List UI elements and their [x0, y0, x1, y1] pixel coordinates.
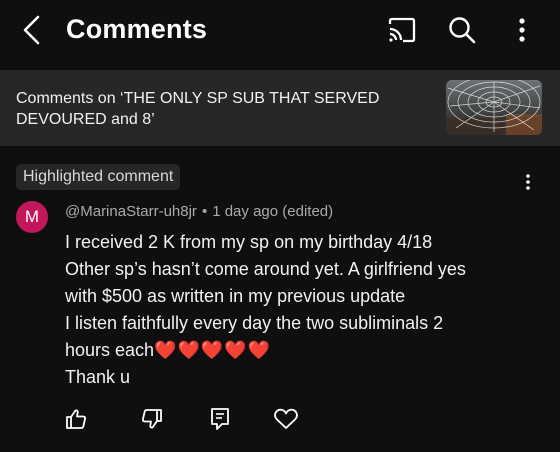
video-thumbnail[interactable]: [446, 80, 542, 135]
page-title: Comments: [66, 14, 208, 44]
comment-line: hours each: [65, 340, 155, 360]
comment-line-with-hearts: hours each❤️❤️❤️❤️❤️: [65, 337, 545, 364]
highlighted-comment-badge: Highlighted comment: [16, 164, 181, 190]
heart-emojis: ❤️❤️❤️❤️❤️: [154, 340, 272, 360]
back-arrow-icon: [20, 14, 44, 46]
comment-line: Thank u: [65, 367, 131, 387]
comment-meta: @MarinaStarr-uh8jr • 1 day ago (edited): [65, 203, 333, 220]
reply-icon: [209, 407, 231, 431]
comment-timestamp: 1 day ago (edited): [212, 203, 334, 220]
like-button[interactable]: [62, 405, 90, 433]
search-icon: [448, 16, 476, 44]
meta-separator: •: [201, 203, 208, 220]
thumbs-down-icon: [140, 407, 164, 431]
comment-line: Other sp’s hasn’t come around yet. A gir…: [65, 259, 466, 279]
more-vertical-icon: [525, 173, 531, 191]
avatar[interactable]: M: [16, 201, 48, 233]
dislike-button[interactable]: [138, 405, 166, 433]
more-vertical-icon: [518, 17, 526, 43]
comment-options-button[interactable]: [514, 170, 542, 194]
video-context-text: Comments on ‘THE ONLY SP SUB THAT SERVED…: [16, 90, 380, 128]
thumbs-up-icon: [64, 407, 88, 431]
comment-line: I listen faithfully every day the two su…: [65, 313, 444, 333]
comment-line: I received 2 K from my sp on my birthday…: [65, 232, 433, 252]
heart-icon: [273, 407, 299, 431]
more-options-button[interactable]: [504, 12, 540, 48]
reply-button[interactable]: [206, 405, 234, 433]
spider-web-thumbnail-icon: [446, 80, 542, 135]
cast-button[interactable]: [384, 12, 420, 48]
comment-line: with $500 as written in my previous upda…: [65, 286, 406, 306]
top-app-bar: Comments: [0, 0, 560, 64]
comment-author[interactable]: @MarinaStarr-uh8jr: [65, 203, 197, 220]
video-context-bar[interactable]: Comments on ‘THE ONLY SP SUB THAT SERVED…: [0, 70, 560, 146]
back-button[interactable]: [14, 12, 50, 48]
search-button[interactable]: [444, 12, 480, 48]
cast-icon: [387, 17, 417, 43]
creator-heart-button[interactable]: [272, 405, 300, 433]
comment-text: I received 2 K from my sp on my birthday…: [65, 229, 545, 391]
